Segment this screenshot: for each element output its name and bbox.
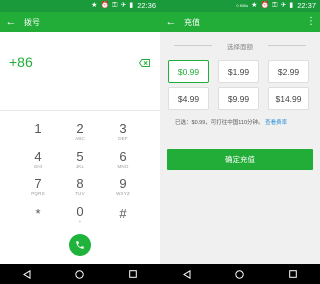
key-0[interactable]: 0 + [60,205,100,231]
key-letters: GHI [33,164,43,169]
status-bar: ★ ⏰ ⚿ ✈ ▮ 22:36 [0,0,160,12]
app-bar: ← 拨号 [0,12,160,32]
key-icon: ⚿ [272,2,278,9]
key-5[interactable]: 5 JKL [60,150,100,176]
nav-back-icon[interactable] [180,267,194,281]
dialer-screen: ★ ⏰ ⚿ ✈ ▮ 22:36 ← 拨号 +86 1 2 ABC 3 DEF 4… [0,0,160,284]
nav-recents-icon[interactable] [286,267,300,281]
star-icon: ★ [251,2,258,9]
back-arrow-icon[interactable]: ← [162,16,180,28]
recharge-screen: 0 KB/s ★ ⏰ ⚿ ✈ ▮ 22:37 ← 充值 ⋮ 选择面额 $0.99… [160,0,320,284]
key-digit: 5 [76,149,84,164]
airplane-icon: ✈ [280,2,287,9]
back-arrow-icon[interactable]: ← [2,16,20,28]
info-value: $0.99，可打往中国110分钟。 [191,120,264,126]
key-hash[interactable]: # [103,207,143,233]
key-2[interactable]: 2 ABC [60,122,100,148]
key-1[interactable]: 1 [18,122,58,148]
key-letters: MNO [117,164,129,169]
amount-option[interactable]: $4.99 [168,87,209,110]
more-options-icon[interactable]: ⋮ [306,12,316,32]
amount-option[interactable]: $14.99 [268,87,309,110]
nav-home-icon[interactable] [73,267,87,281]
key-3[interactable]: 3 DEF [103,122,143,148]
amount-option[interactable]: $0.99 [168,60,209,83]
key-digit: 8 [76,176,84,191]
key-8[interactable]: 8 TUV [60,177,100,203]
key-digit: * [35,206,41,221]
key-digit: 3 [119,121,127,136]
nav-home-icon[interactable] [233,267,247,281]
info-prefix: 已选： [175,120,192,126]
network-speed: 0 KB/s [236,3,249,8]
key-7[interactable]: 7 PQRS [18,177,58,203]
nav-bar [0,264,160,284]
phone-icon [76,241,84,249]
key-letters: ABC [75,136,85,141]
star-icon: ★ [91,2,98,9]
selection-info: 已选：$0.99，可打往中国110分钟。 查看费率 [175,118,320,126]
key-digit: 7 [34,176,42,191]
nav-bar [160,264,320,284]
amount-option[interactable]: $9.99 [218,87,259,110]
battery-icon: ▮ [129,2,134,9]
backspace-icon[interactable] [139,59,150,67]
section-title: 选择面额 [160,41,320,51]
nav-back-icon[interactable] [20,267,34,281]
alarm-icon: ⏰ [260,2,270,9]
key-digit: 6 [119,149,127,164]
dialed-number-area: +86 [0,32,160,110]
call-button[interactable] [69,234,91,256]
status-time: 22:36 [137,1,156,10]
confirm-recharge-button[interactable]: 确定充值 [167,149,313,170]
key-letters: JKL [75,164,85,169]
key-digit: 0 [76,204,84,219]
key-star[interactable]: * [18,207,58,233]
key-letters: WXYZ [116,191,130,196]
key-digit: 9 [119,176,127,191]
page-title: 拨号 [24,17,40,27]
key-6[interactable]: 6 MNO [103,150,143,176]
amount-option[interactable]: $1.99 [218,60,259,83]
key-icon: ⚿ [112,2,118,9]
dialed-number[interactable]: +86 [9,54,33,70]
key-9[interactable]: 9 WXYZ [103,177,143,203]
nav-recents-icon[interactable] [126,267,140,281]
status-bar: 0 KB/s ★ ⏰ ⚿ ✈ ▮ 22:37 [160,0,320,12]
key-digit: # [119,206,127,221]
key-letters: TUV [75,191,85,196]
view-rates-link[interactable]: 查看费率 [265,120,287,126]
alarm-icon: ⏰ [100,2,110,9]
app-bar: ← 充值 ⋮ [160,12,320,32]
key-digit: 4 [34,149,42,164]
key-letters: DEF [118,136,128,141]
key-digit: 1 [34,121,42,136]
page-title: 充值 [184,17,200,27]
key-4[interactable]: 4 GHI [18,150,58,176]
key-digit: 2 [76,121,84,136]
battery-icon: ▮ [289,2,294,9]
status-time: 22:37 [297,1,316,10]
divider [0,110,160,111]
amount-option[interactable]: $2.99 [268,60,309,83]
key-letters: + [78,219,82,224]
key-letters: PQRS [31,191,45,196]
airplane-icon: ✈ [120,2,127,9]
